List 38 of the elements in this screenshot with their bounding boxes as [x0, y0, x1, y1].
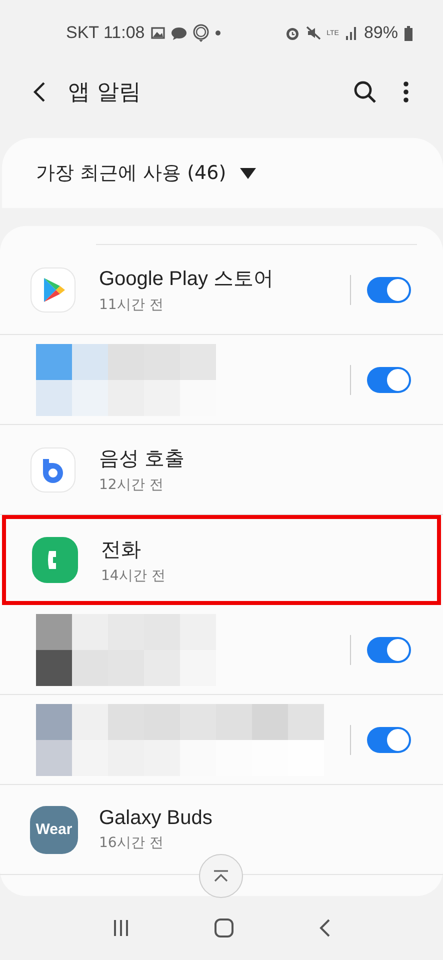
app-name: Galaxy Buds — [99, 807, 212, 830]
toggle-switch[interactable] — [367, 726, 411, 752]
mute-icon — [306, 26, 321, 40]
app-name: Google Play 스토어 — [99, 267, 274, 292]
alarm-icon — [284, 26, 300, 40]
last-used-time: 12시간 전 — [99, 476, 164, 494]
last-used-time: 14시간 전 — [101, 566, 166, 584]
scroll-to-top-button[interactable] — [199, 854, 243, 898]
image-icon — [150, 27, 165, 39]
carrier-time: SKT 11:08 — [66, 23, 145, 43]
signal-icon — [344, 26, 358, 40]
back-nav-icon[interactable] — [318, 918, 331, 938]
back-icon[interactable] — [32, 81, 46, 103]
screen-title: 앱 알림 — [68, 79, 141, 107]
dropdown-arrow-icon — [240, 168, 256, 178]
battery-percent: 89% — [364, 23, 398, 43]
toggle-switch[interactable] — [367, 636, 411, 662]
phone-icon — [32, 537, 78, 583]
home-icon[interactable] — [214, 918, 234, 938]
recent-apps-icon[interactable] — [112, 919, 130, 937]
toggle-switch[interactable] — [367, 276, 411, 302]
last-used-time: 16시간 전 — [99, 834, 164, 852]
dot-icon — [214, 30, 221, 36]
sort-dropdown[interactable]: 가장 최근에 사용 (46) — [2, 138, 443, 208]
last-used-time: 11시간 전 — [99, 296, 164, 314]
toggle-switch[interactable] — [367, 366, 411, 392]
app-row[interactable]: Google Play 스토어 11시간 전 — [0, 245, 443, 335]
b-logo-icon — [30, 446, 76, 492]
more-options-icon[interactable] — [403, 81, 409, 103]
app-name: 전화 — [101, 538, 142, 562]
app-name: 음성 호출 — [99, 447, 185, 472]
battery-icon — [404, 26, 413, 40]
search-icon[interactable] — [353, 80, 377, 104]
caret-up-icon — [213, 870, 229, 882]
app-row[interactable]: 음성 호출 12시간 전 — [0, 425, 443, 515]
app-row[interactable]: 전화 14시간 전 — [2, 515, 441, 605]
chat-bubble-icon — [170, 26, 187, 40]
wear-app-icon: Wear — [30, 806, 78, 854]
